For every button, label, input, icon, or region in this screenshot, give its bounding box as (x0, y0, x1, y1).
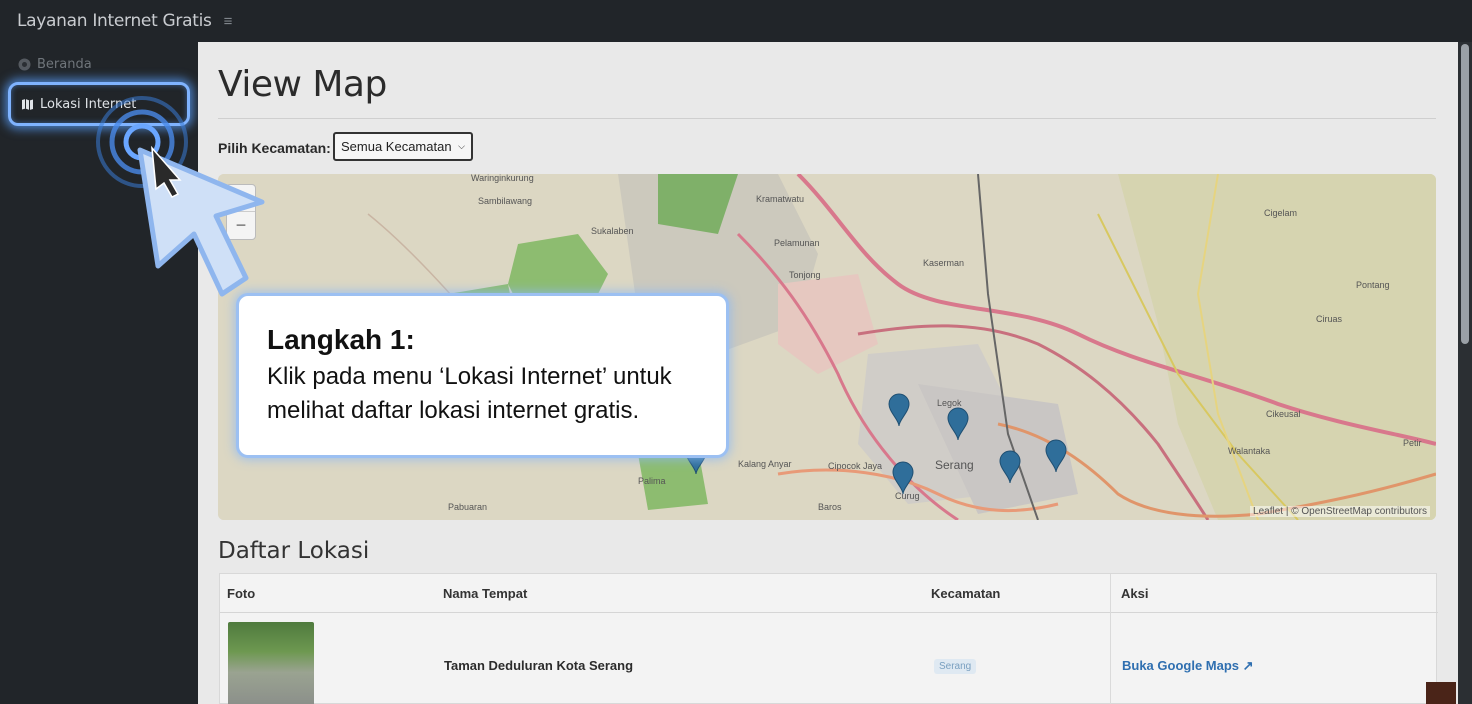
callout-title: Langkah 1: (267, 324, 415, 355)
column-header: Kecamatan (931, 586, 1001, 601)
title-divider (218, 118, 1436, 119)
menu-toggle-icon[interactable]: ≡ (224, 13, 233, 30)
column-header: Foto (227, 586, 256, 601)
click-indicator (96, 96, 265, 297)
header-divider (220, 612, 1438, 613)
location-photo[interactable] (228, 622, 314, 704)
sidebar-item-label: Beranda (37, 56, 92, 72)
locations-table: Foto Nama Tempat Kecamatan Aksi Taman De… (219, 573, 1438, 704)
fire-icon (1426, 682, 1456, 704)
map-attribution[interactable]: Leaflet | © OpenStreetMap contributors (1250, 506, 1430, 517)
column-header: Nama Tempat (443, 586, 528, 601)
location-marker-icon (685, 393, 1067, 495)
callout-body: Klik pada menu ‘Lokasi Internet’ untuk m… (267, 363, 672, 424)
open-google-maps-link[interactable]: Buka Google Maps ↗ (1122, 658, 1254, 674)
location-name: Taman Deduluran Kota Serang (444, 658, 634, 673)
scrollbar[interactable] (1458, 42, 1472, 704)
scrollbar-thumb[interactable] (1461, 44, 1469, 344)
kecamatan-badge: Serang (934, 659, 977, 674)
column-divider (1110, 574, 1111, 704)
app-title[interactable]: Layanan Internet Gratis (17, 11, 212, 31)
sidebar-item-beranda[interactable]: Beranda (8, 42, 190, 86)
top-navbar: Layanan Internet Gratis ≡ (0, 0, 1472, 42)
column-header: Aksi (1121, 586, 1149, 601)
map-icon (21, 98, 34, 111)
kecamatan-select[interactable]: Semua Kecamatan ⌵ (333, 132, 473, 161)
chevron-down-icon: ⌵ (458, 141, 465, 151)
section-title: Daftar Lokasi (218, 538, 370, 564)
home-icon (18, 58, 31, 71)
tutorial-callout: Langkah 1: Klik pada menu ‘Lokasi Intern… (236, 293, 729, 458)
kecamatan-select-value: Semua Kecamatan (341, 139, 452, 154)
